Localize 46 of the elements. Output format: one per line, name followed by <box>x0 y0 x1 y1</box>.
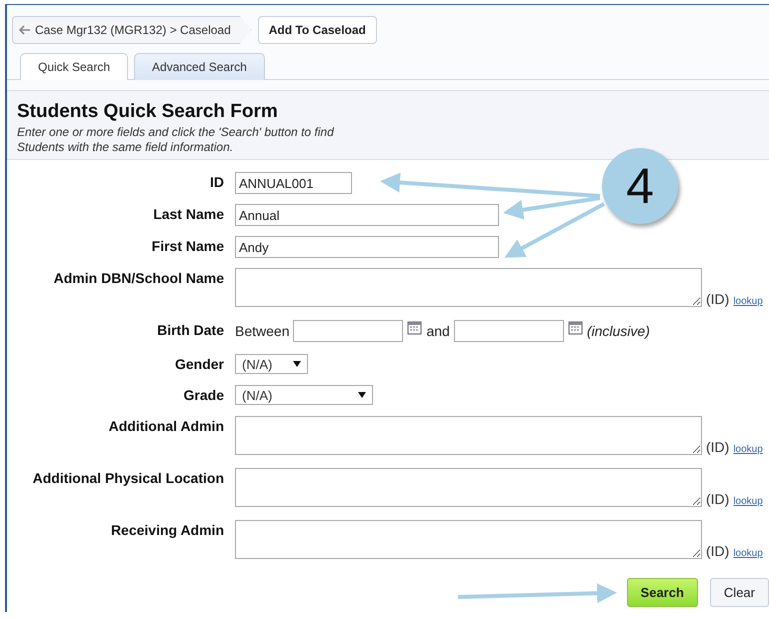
lookup-link[interactable]: lookup <box>733 296 763 307</box>
dropdown-caret-icon <box>293 361 301 367</box>
tab[interactable]: Advanced Search <box>134 53 265 80</box>
date-field[interactable] <box>293 320 404 342</box>
between-label: Between <box>235 323 290 339</box>
select-field[interactable]: (N/A) <box>235 385 373 405</box>
field-label: Birth Date <box>156 321 224 338</box>
field-label: Last Name <box>152 205 224 222</box>
calendar-icon[interactable] <box>568 320 583 335</box>
field-label: Grade <box>182 386 224 403</box>
dropdown-caret-icon <box>358 392 366 398</box>
text-field[interactable]: ANNUAL001 <box>235 172 352 194</box>
lookup-link[interactable]: lookup <box>733 496 763 507</box>
select-field[interactable]: (N/A) <box>235 354 308 374</box>
date-field[interactable] <box>454 320 564 342</box>
text-area[interactable] <box>235 468 702 507</box>
text-area[interactable] <box>235 520 702 559</box>
lookup-link[interactable]: lookup <box>733 548 763 559</box>
id-label: (ID) <box>706 439 730 455</box>
step-number: 4 <box>626 157 654 215</box>
text-field[interactable]: Annual <box>235 204 499 226</box>
field-label: Admin DBN/School Name <box>52 269 224 286</box>
back-arrow-icon <box>19 25 31 35</box>
text-field[interactable]: Andy <box>235 236 499 258</box>
field-label: Additional Physical Location <box>32 469 224 486</box>
inclusive-label: (inclusive) <box>586 323 650 339</box>
id-label: (ID) <box>706 291 730 307</box>
field-label: First Name <box>150 237 224 254</box>
field-label: ID <box>209 173 224 190</box>
field-label: Additional Admin <box>108 417 224 434</box>
calendar-icon[interactable] <box>407 320 422 335</box>
form-title: Students Quick Search Form <box>17 101 279 123</box>
lookup-link[interactable]: lookup <box>733 444 763 455</box>
form-hint: Enter one or more fields and click the 'Search' button to find Students with the same field information. <box>17 125 335 155</box>
id-label: (ID) <box>706 543 730 559</box>
field-label: Gender <box>174 355 224 372</box>
text-area[interactable] <box>235 268 702 307</box>
clear-button[interactable]: Clear <box>710 578 769 607</box>
search-button[interactable]: Search <box>626 578 698 607</box>
id-label: (ID) <box>706 491 730 507</box>
text-area[interactable] <box>235 416 702 455</box>
field-label: Receiving Admin <box>110 521 224 538</box>
breadcrumb-back[interactable]: Case Mgr132 (MGR132) > Caseload <box>12 16 252 44</box>
add-to-caseload-button[interactable]: Add To Caseload <box>258 16 377 44</box>
tab[interactable]: Quick Search <box>20 53 128 80</box>
and-label: and <box>426 323 450 339</box>
